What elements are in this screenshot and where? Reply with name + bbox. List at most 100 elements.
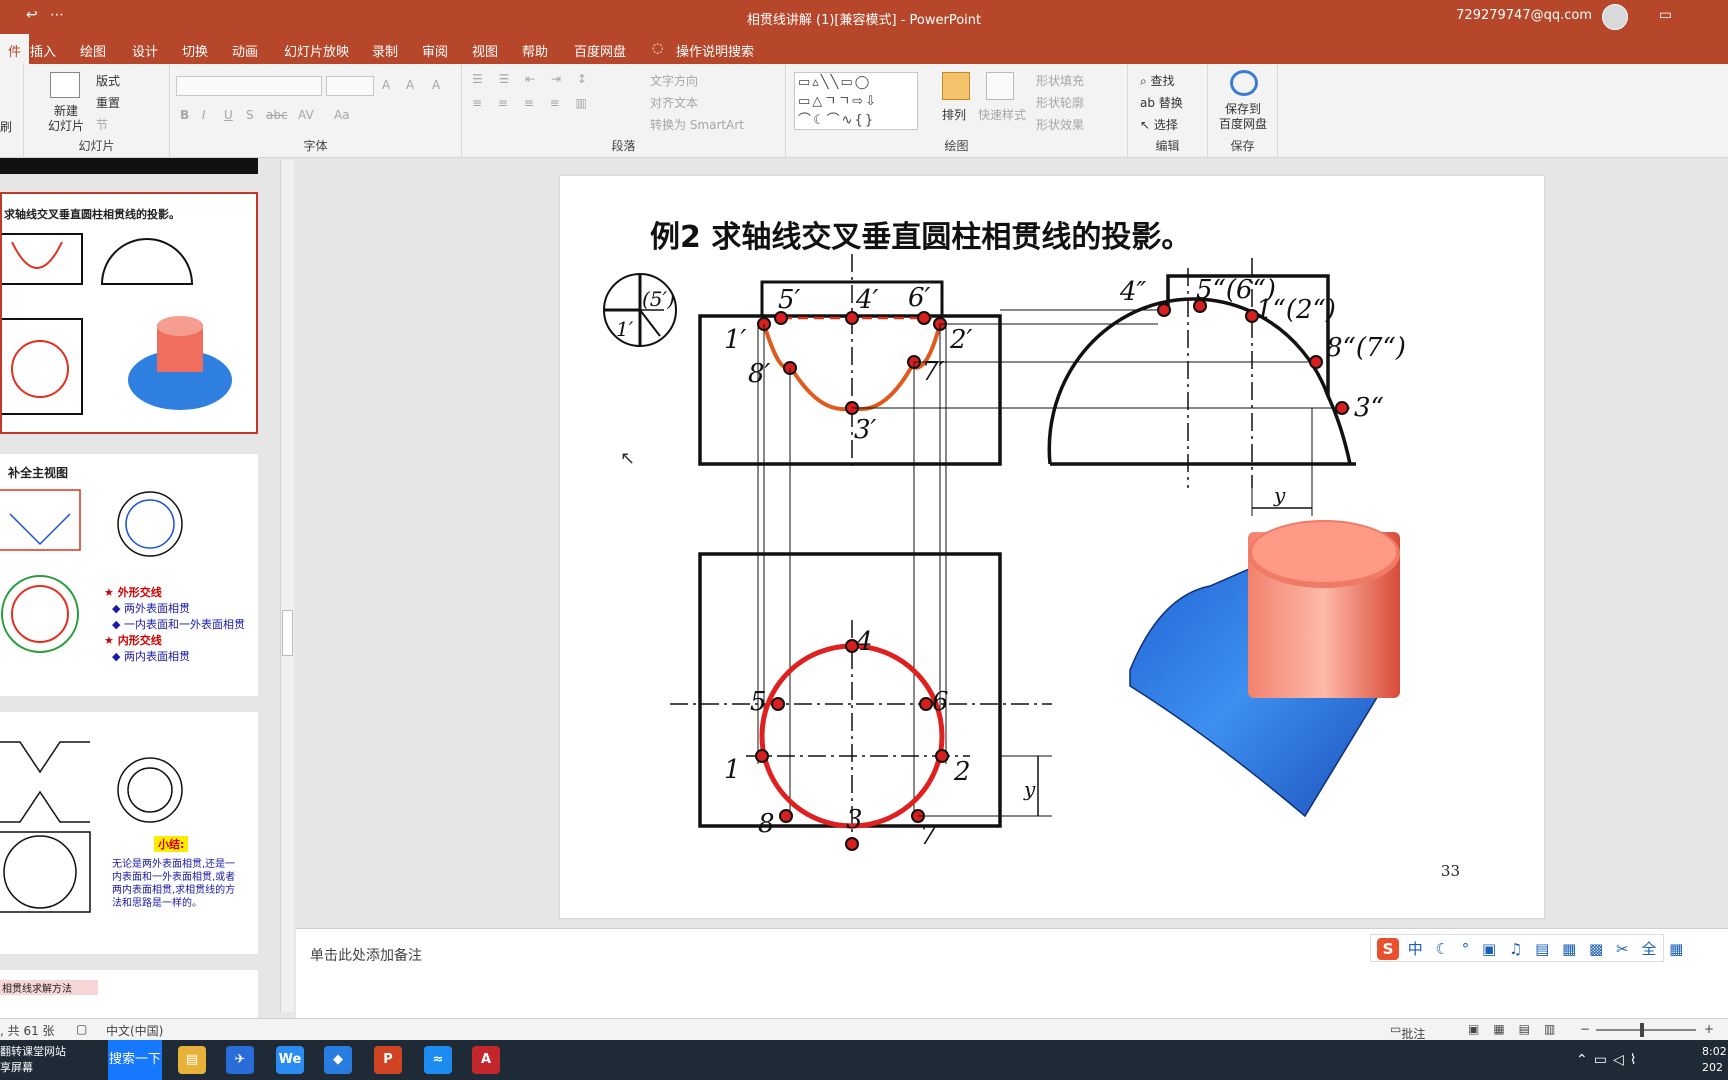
sogou-ime-icon[interactable]: S <box>1377 938 1399 960</box>
slide-thumbnail-pane: 求轴线交叉垂直圆柱相贯线的投影。 补全主视图 ★ 外形交线 ◆ 两外表面相贯 ◆… <box>0 158 294 1018</box>
3d-model <box>1129 520 1400 818</box>
thumb3-badge: 小结: <box>154 836 189 852</box>
underline-button[interactable]: U <box>224 108 233 122</box>
front-label-5: 5′ <box>778 285 801 315</box>
new-slide-icon[interactable] <box>50 72 80 98</box>
tab-slideshow[interactable]: 幻灯片放映 <box>284 41 349 60</box>
font-size-input[interactable] <box>326 76 374 96</box>
replace-button[interactable]: ab 替换 <box>1140 94 1183 111</box>
lightbulb-icon[interactable]: ◌ <box>652 41 663 56</box>
top-label-7: 7 <box>920 821 937 851</box>
shape-outline-button[interactable]: 形状轮廓 <box>1036 94 1084 111</box>
baidu-cloud-icon[interactable] <box>1230 70 1258 96</box>
taskbar-left-text[interactable]: 翻转课堂网站 享屏幕 <box>0 1040 108 1080</box>
thumb1-drawing <box>2 233 232 415</box>
shadow-button[interactable]: S <box>246 108 254 122</box>
ribbon-display-icon[interactable]: ▭ <box>1659 7 1672 23</box>
thumb4-title: 相贯线求解方法 <box>0 980 98 995</box>
shape-effects-button[interactable]: 形状效果 <box>1036 116 1084 133</box>
save-to-baidu-button[interactable]: 保存到 百度网盘 <box>1208 102 1278 132</box>
group-label-drawing: 绘图 <box>944 139 969 153</box>
thumbnail-slide-33[interactable]: 求轴线交叉垂直圆柱相贯线的投影。 <box>0 192 258 434</box>
tab-transitions[interactable]: 切换 <box>182 41 208 60</box>
zoom-slider-thumb[interactable] <box>1640 1023 1644 1037</box>
format-painter-label[interactable]: 刷 <box>0 118 12 135</box>
shapes-gallery[interactable]: ▭▵╲╲▭◯ ▭△ㄱㄱ⇨⇩ ⌒☾⌒∿{} <box>794 72 918 130</box>
clear-format-button[interactable]: A <box>432 78 440 92</box>
tab-insert[interactable]: 插入 <box>30 41 56 60</box>
thumbnail-slide-35[interactable]: 小结: 无论是两外表面相贯,还是一内表面和一外表面相贯,或者两内表面相贯,求相贯… <box>0 712 258 954</box>
shrink-font-button[interactable]: A <box>406 78 414 92</box>
account-email[interactable]: 729279747@qq.com <box>1456 8 1592 23</box>
bold-button[interactable]: B <box>180 108 189 122</box>
notes-placeholder[interactable]: 单击此处添加备注 <box>310 945 422 965</box>
wechat-work-icon[interactable]: We <box>276 1046 304 1074</box>
tab-record[interactable]: 录制 <box>372 41 398 60</box>
top-label-5: 5 <box>750 687 767 717</box>
list-buttons-row[interactable]: ☰ ☰ ⇤ ⇥ ↕ <box>472 72 593 86</box>
tab-draw[interactable]: 绘图 <box>80 41 106 60</box>
tab-animations[interactable]: 动画 <box>232 41 258 60</box>
zoom-out-icon[interactable]: − <box>1580 1022 1590 1036</box>
font-name-input[interactable] <box>176 76 322 96</box>
autocad-icon[interactable]: A <box>472 1046 500 1074</box>
scrollbar-thumb[interactable] <box>282 610 293 656</box>
italic-button[interactable]: I <box>202 108 206 122</box>
app-icon[interactable]: ≈ <box>424 1046 452 1074</box>
powerpoint-taskbar-icon[interactable]: P <box>374 1046 402 1074</box>
convert-smartart-button[interactable]: 转换为 SmartArt <box>650 116 744 133</box>
thumbnail-slide-36[interactable]: 相贯线求解方法 <box>0 970 258 1018</box>
zoom-in-icon[interactable]: + <box>1704 1022 1714 1036</box>
char-spacing-button[interactable]: AV <box>298 108 314 122</box>
strikethrough-button[interactable]: abc <box>266 108 288 122</box>
front-view: 5′ 4′ 6′ 1′ 2′ 8′ 7′ 3′ <box>698 254 1002 466</box>
tab-design[interactable]: 设计 <box>132 41 158 60</box>
slide-editor[interactable]: 例2 求轴线交叉垂直圆柱相贯线的投影。 (5′) 1′ 5′ 4′ 6′ 1′ … <box>296 158 1728 928</box>
group-label-editing: 编辑 <box>1155 139 1180 153</box>
arrange-button[interactable]: 排列 <box>942 106 966 123</box>
layout-button[interactable]: 版式 <box>96 72 120 89</box>
align-buttons-row[interactable]: ≡ ≡ ≡ ≡ ▥ <box>472 96 593 110</box>
group-label-slides: 幻灯片 <box>78 139 115 153</box>
select-button[interactable]: ↖ 选择 <box>1140 116 1178 133</box>
language-indicator[interactable]: 中文(中国) <box>106 1022 163 1039</box>
corner-mark-1: 1′ <box>616 317 634 341</box>
thumbnail-slide-34[interactable]: 补全主视图 ★ 外形交线 ◆ 两外表面相贯 ◆ 一内表面和一外表面相贯 ★ 内形… <box>0 454 258 696</box>
section-button[interactable]: 节 <box>96 116 108 133</box>
find-button[interactable]: ⌕ 查找 <box>1140 72 1175 89</box>
view-buttons[interactable]: ▣▦▤▥ <box>1468 1022 1569 1036</box>
change-case-button[interactable]: Aa <box>334 108 350 122</box>
tab-review[interactable]: 审阅 <box>422 41 448 60</box>
quick-styles-icon[interactable] <box>986 72 1014 100</box>
tab-baidu[interactable]: 百度网盘 <box>574 41 626 60</box>
text-direction-button[interactable]: 文字方向 <box>650 72 698 89</box>
taskbar-search-button[interactable]: 搜索一下 <box>108 1040 162 1080</box>
current-slide[interactable]: 例2 求轴线交叉垂直圆柱相贯线的投影。 (5′) 1′ 5′ 4′ 6′ 1′ … <box>560 176 1544 918</box>
arrange-icon[interactable] <box>942 72 970 100</box>
avatar[interactable] <box>1602 4 1628 30</box>
system-tray[interactable]: ⌃▭◁⌇ <box>1576 1040 1686 1080</box>
quick-styles-button[interactable]: 快速样式 <box>978 106 1026 123</box>
reset-button[interactable]: 重置 <box>96 94 120 111</box>
thumbnail-scrollbar[interactable] <box>280 160 294 1012</box>
side-label-3: 3“ <box>1354 393 1384 423</box>
tab-help[interactable]: 帮助 <box>522 41 548 60</box>
new-slide-button[interactable]: 新建 幻灯片 <box>38 104 94 134</box>
grow-font-button[interactable]: A <box>382 78 390 92</box>
projection-drawing: (5′) 1′ 5′ 4′ 6′ 1′ 2′ 8′ 7′ 3′ 4″ 5“(6“… <box>603 254 1406 851</box>
feishu-icon[interactable]: ✈ <box>226 1046 254 1074</box>
shape-fill-button[interactable]: 形状填充 <box>1036 72 1084 89</box>
clock[interactable]: 8:02 202 <box>1702 1040 1728 1080</box>
ime-toolbar[interactable]: S 中 ☾ ° ▣ ♫ ▤ ▦ ▩ ✂ 全 ▦ <box>1370 934 1683 962</box>
dingtalk-icon[interactable]: ◆ <box>324 1046 352 1074</box>
file-explorer-icon[interactable]: ▤ <box>178 1046 206 1074</box>
tab-view[interactable]: 视图 <box>472 41 498 60</box>
thumb3-drawing <box>0 741 183 913</box>
thumbnail-previous-slide[interactable] <box>0 158 258 174</box>
spell-check-icon[interactable]: ▢ <box>76 1022 87 1036</box>
tab-file[interactable]: 件 <box>0 34 30 64</box>
comments-button[interactable]: ▭ 批注 <box>1390 1022 1425 1041</box>
align-text-button[interactable]: 对齐文本 <box>650 94 698 111</box>
zoom-slider[interactable] <box>1596 1023 1696 1037</box>
tell-me-search[interactable]: 操作说明搜索 <box>676 41 754 60</box>
